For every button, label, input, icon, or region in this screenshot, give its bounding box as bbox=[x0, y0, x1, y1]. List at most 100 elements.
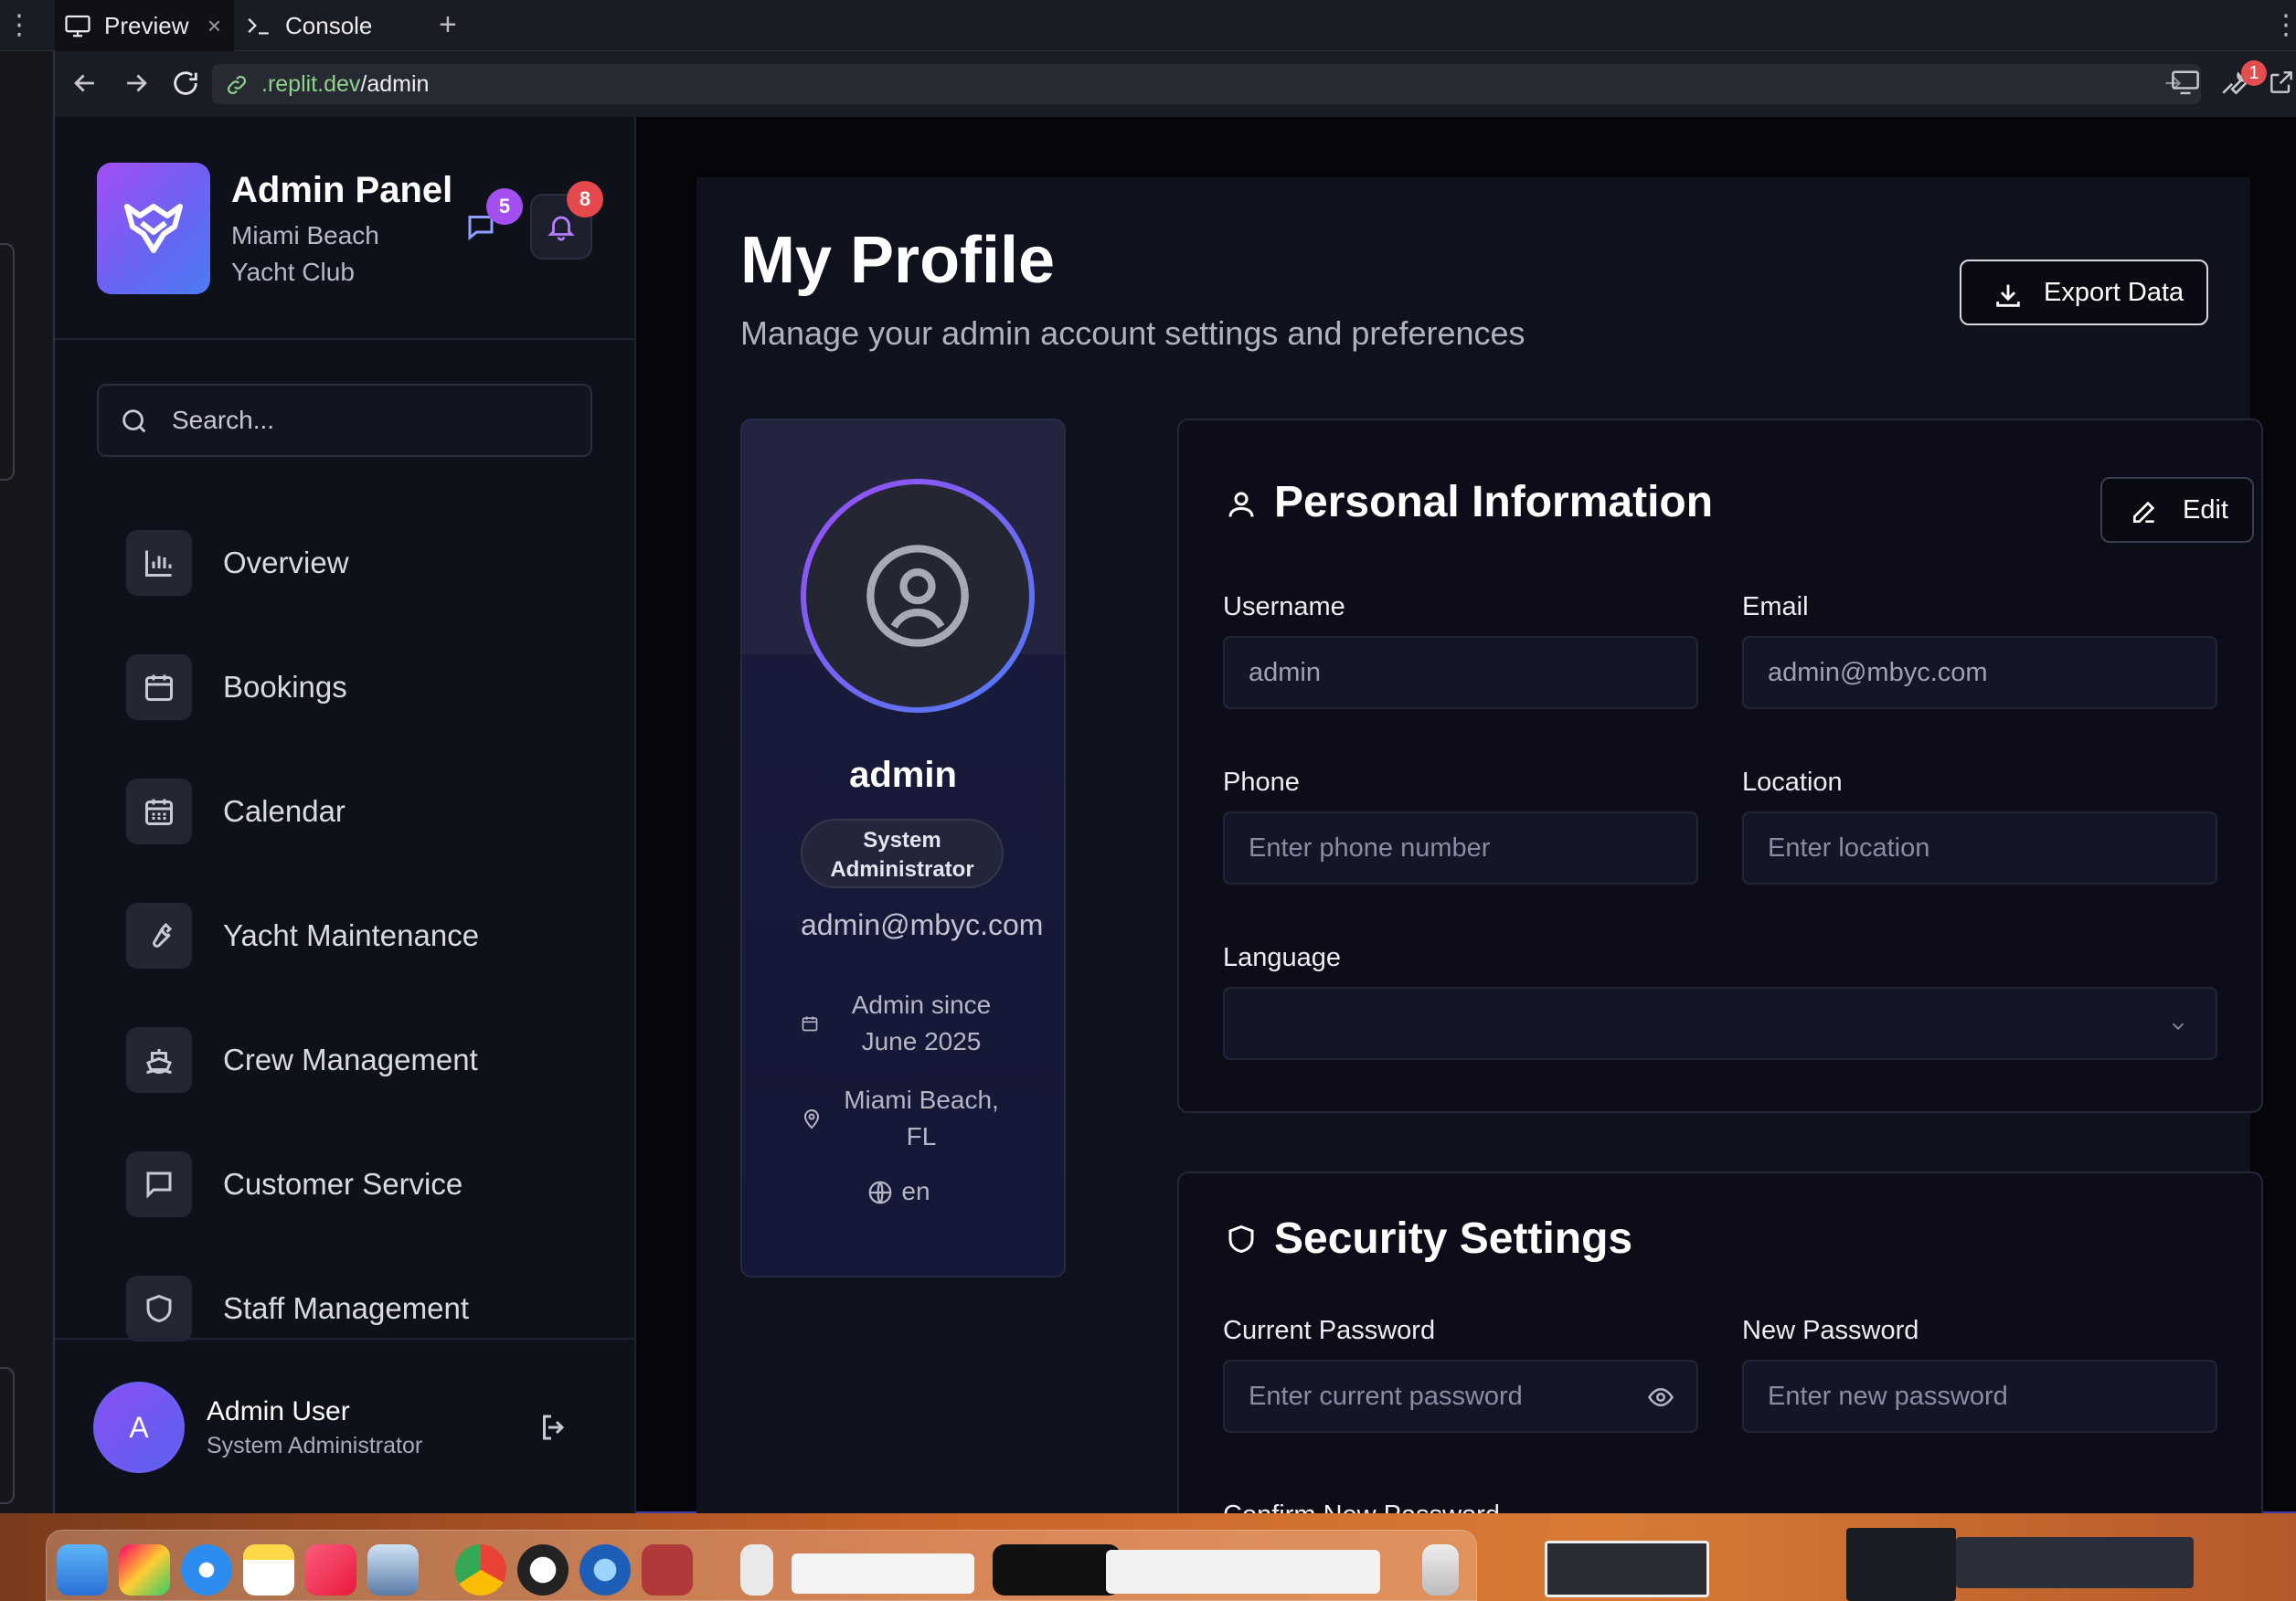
divider bbox=[55, 1338, 634, 1340]
sidebar-item-calendar[interactable]: Calendar bbox=[126, 749, 601, 874]
pencil-icon bbox=[2133, 501, 2155, 523]
app-window: Admin Panel Miami Beach Yacht Club 5 8 S… bbox=[55, 117, 2296, 1555]
compass-app-icon[interactable] bbox=[517, 1544, 569, 1596]
open-external-icon[interactable] bbox=[2267, 68, 2296, 97]
current-password-field[interactable]: Enter current password bbox=[1223, 1360, 1698, 1433]
sidebar-nav: Overview Bookings Calendar Yacht Mainten… bbox=[126, 501, 601, 1371]
sidebar-item-label: Bookings bbox=[223, 670, 347, 704]
brand-mark-icon bbox=[124, 204, 183, 253]
preview-app-icon[interactable] bbox=[367, 1544, 419, 1596]
sidebar-item-customer-service[interactable]: Customer Service bbox=[126, 1122, 601, 1246]
username-field[interactable]: admin bbox=[1223, 636, 1698, 709]
devices-icon[interactable] bbox=[2170, 69, 2201, 97]
recent-windows-icon[interactable] bbox=[792, 1553, 974, 1594]
back-icon[interactable] bbox=[69, 68, 101, 99]
messages-badge: 5 bbox=[486, 188, 523, 225]
trash-icon[interactable] bbox=[1422, 1544, 1459, 1596]
language-select[interactable] bbox=[1223, 987, 2217, 1060]
chevron-down-icon bbox=[2172, 1023, 2184, 1031]
sidebar-item-crew-management[interactable]: Crew Management bbox=[126, 998, 601, 1122]
sidebar-item-label: Calendar bbox=[223, 794, 345, 828]
role-line-2: Administrator bbox=[830, 857, 974, 882]
sidebar-item-label: Crew Management bbox=[223, 1043, 478, 1076]
browser-tab-bar: ⋮ Preview × Console + ⋮ bbox=[0, 0, 2296, 51]
shield-icon bbox=[1228, 1225, 1254, 1254]
forward-icon[interactable] bbox=[121, 68, 152, 99]
notes-icon[interactable] bbox=[243, 1544, 294, 1596]
close-tab-icon[interactable]: × bbox=[207, 12, 221, 40]
phone-field[interactable]: Enter phone number bbox=[1223, 811, 1698, 885]
phone-label: Phone bbox=[1223, 768, 1300, 797]
sidebar-item-overview[interactable]: Overview bbox=[126, 501, 601, 625]
url-bar: .replit.dev/admin 1 bbox=[55, 51, 2296, 117]
new-password-field[interactable]: Enter new password bbox=[1742, 1360, 2217, 1433]
username-label: Username bbox=[1223, 592, 1345, 621]
ship-icon bbox=[126, 1027, 192, 1093]
tab-preview-label: Preview bbox=[104, 11, 189, 39]
music-icon[interactable] bbox=[305, 1544, 356, 1596]
shield-icon bbox=[126, 1276, 192, 1341]
document-icon[interactable] bbox=[740, 1544, 773, 1596]
sidebar-item-bookings[interactable]: Bookings bbox=[126, 625, 601, 749]
tab-console[interactable]: Console bbox=[245, 0, 419, 51]
profile-username: admin bbox=[849, 755, 957, 795]
finder-icon[interactable] bbox=[57, 1544, 108, 1596]
new-tab-icon[interactable]: + bbox=[439, 7, 457, 43]
user-circle-icon bbox=[866, 545, 969, 647]
admin-since-line-2: June 2025 bbox=[861, 1027, 982, 1055]
more-options-icon[interactable]: ⋮ bbox=[5, 9, 33, 41]
recent-documents-icon[interactable] bbox=[1106, 1550, 1380, 1594]
role-line-1: System bbox=[863, 828, 941, 853]
card-title: Security Settings bbox=[1274, 1214, 1633, 1263]
email-field[interactable]: admin@mbyc.com bbox=[1742, 636, 2217, 709]
quicktime-icon[interactable] bbox=[579, 1544, 631, 1596]
location-label: Location bbox=[1742, 768, 1843, 797]
brand-subtitle: Miami Beach Yacht Club bbox=[231, 221, 379, 286]
language-value: en bbox=[901, 1177, 930, 1205]
profile-avatar[interactable] bbox=[801, 479, 1035, 713]
more-options-icon[interactable]: ⋮ bbox=[2272, 9, 2296, 41]
devtools-badge: 1 bbox=[2241, 60, 2267, 86]
panel-handle[interactable] bbox=[0, 243, 15, 481]
monitor-icon bbox=[65, 15, 90, 37]
screenshot-thumbnail[interactable] bbox=[1846, 1528, 1956, 1601]
launchpad-icon[interactable] bbox=[119, 1544, 170, 1596]
eye-icon[interactable] bbox=[1645, 1384, 1676, 1411]
screenshot-thumbnail[interactable] bbox=[1545, 1541, 1709, 1597]
sidebar: Admin Panel Miami Beach Yacht Club 5 8 S… bbox=[55, 117, 636, 1513]
sidebar-item-yacht-maintenance[interactable]: Yacht Maintenance bbox=[126, 874, 601, 998]
sidebar-item-staff-management[interactable]: Staff Management bbox=[126, 1246, 601, 1371]
card-title: Personal Information bbox=[1274, 478, 1714, 526]
current-password-label: Current Password bbox=[1223, 1316, 1436, 1345]
tab-preview[interactable]: Preview × bbox=[55, 0, 234, 51]
dictionary-icon[interactable] bbox=[642, 1544, 693, 1596]
user-name: Admin User bbox=[207, 1396, 350, 1426]
avatar[interactable]: A bbox=[93, 1382, 185, 1473]
search-input[interactable]: Search... bbox=[97, 384, 592, 457]
screenshot-thumbnail[interactable] bbox=[1956, 1537, 2194, 1588]
chrome-icon[interactable] bbox=[455, 1544, 506, 1596]
globe-icon bbox=[868, 1181, 892, 1204]
sidebar-item-label: Customer Service bbox=[223, 1167, 463, 1201]
map-pin-icon bbox=[803, 1109, 820, 1129]
sidebar-item-label: Overview bbox=[223, 546, 349, 579]
address-field[interactable]: .replit.dev/admin bbox=[212, 64, 2201, 104]
search-placeholder: Search... bbox=[172, 406, 275, 434]
edit-label: Edit bbox=[2183, 494, 2228, 525]
location-field[interactable]: Enter location bbox=[1742, 811, 2217, 885]
location-placeholder: Enter location bbox=[1768, 832, 1930, 863]
reload-icon[interactable] bbox=[170, 68, 201, 99]
search-icon bbox=[122, 409, 146, 433]
panel-handle[interactable] bbox=[0, 1367, 15, 1504]
username-value: admin bbox=[1249, 657, 1321, 687]
terminal-window-icon[interactable] bbox=[993, 1544, 1121, 1596]
edit-button[interactable]: Edit bbox=[2100, 477, 2254, 543]
export-data-button[interactable]: Export Data bbox=[1960, 260, 2208, 325]
current-password-placeholder: Enter current password bbox=[1249, 1381, 1523, 1411]
safari-icon[interactable] bbox=[181, 1544, 232, 1596]
url-domain: .replit.dev bbox=[261, 70, 361, 97]
left-panel-strip bbox=[0, 51, 55, 1513]
logout-icon[interactable] bbox=[537, 1411, 570, 1444]
page-title: My Profile bbox=[740, 224, 1056, 297]
url-path: /admin bbox=[360, 70, 430, 97]
